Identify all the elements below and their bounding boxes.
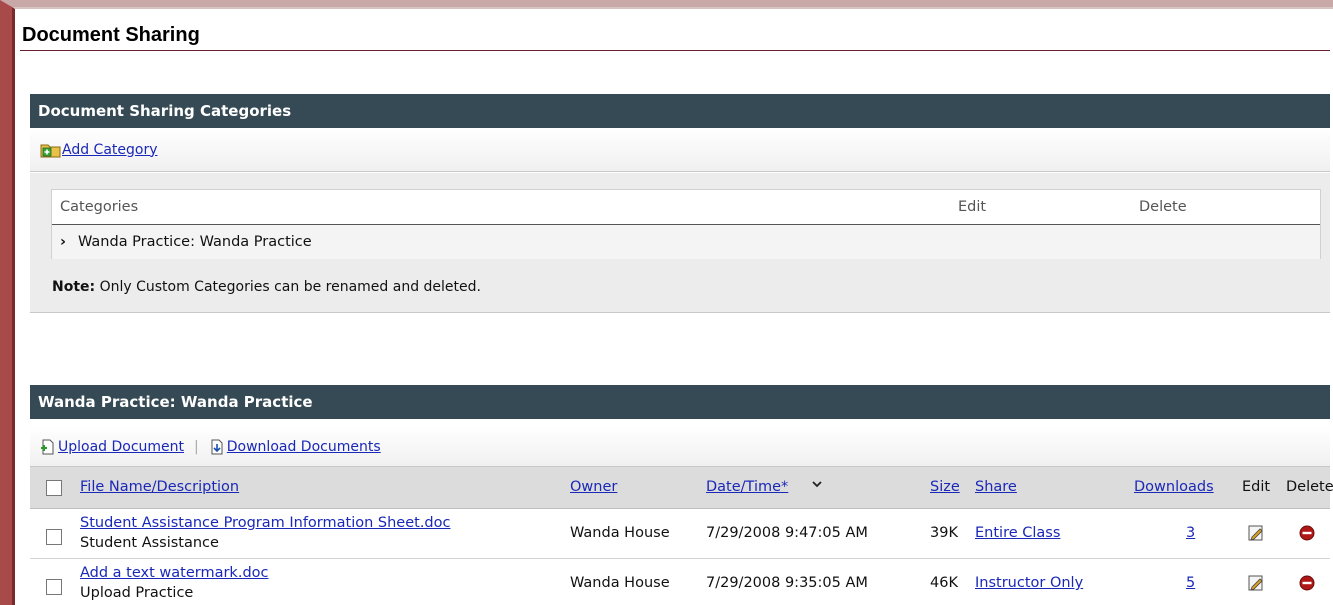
file-row: Student Assistance Program Information S…	[30, 509, 1330, 559]
file-downloads-link[interactable]: 3	[1186, 525, 1195, 541]
file-name-link[interactable]: Add a text watermark.doc	[80, 565, 269, 581]
note-text: Only Custom Categories can be renamed an…	[95, 279, 481, 295]
chevron-right-icon[interactable]: ›	[60, 225, 66, 259]
categories-table: Categories Edit Delete › Wanda Practice:…	[51, 189, 1321, 259]
file-description: Upload Practice	[80, 585, 194, 601]
categories-section-header: Document Sharing Categories	[30, 94, 1330, 128]
upload-icon	[40, 439, 56, 455]
download-icon	[209, 439, 225, 455]
file-datetime: 7/29/2008 9:35:05 AM	[706, 575, 868, 591]
window-frame: Document Sharing Document Sharing Catego…	[0, 0, 1333, 605]
sort-owner[interactable]: Owner	[570, 479, 617, 495]
file-row: Add a text watermark.doc Upload Practice…	[30, 559, 1330, 605]
toolbar-separator: |	[194, 438, 199, 455]
file-share-link[interactable]: Instructor Only	[975, 575, 1083, 591]
sort-date[interactable]: Date/Time*	[706, 479, 788, 495]
categories-panel: Categories Edit Delete › Wanda Practice:…	[30, 173, 1330, 313]
sort-file-name[interactable]: File Name/Description	[80, 479, 239, 495]
file-size: 39K	[930, 525, 958, 541]
upload-document-link[interactable]: Upload Document	[58, 439, 184, 455]
edit-icon[interactable]	[1247, 574, 1265, 596]
folder-toolbar: Upload Document | Download Documents	[30, 427, 1330, 467]
sort-size[interactable]: Size	[930, 479, 960, 495]
row-checkbox[interactable]	[46, 579, 62, 595]
column-header-edit: Edit	[1242, 479, 1271, 495]
sort-share[interactable]: Share	[975, 479, 1017, 495]
column-header-edit: Edit	[958, 199, 987, 215]
file-size: 46K	[930, 575, 958, 591]
categories-toolbar: Add Category	[30, 128, 1330, 172]
column-header-delete: Delete	[1139, 199, 1187, 215]
column-header-categories: Categories	[60, 199, 139, 215]
note-label: Note:	[52, 279, 96, 295]
page-title: Document Sharing	[20, 21, 1330, 51]
category-row[interactable]: › Wanda Practice: Wanda Practice	[52, 225, 1320, 259]
delete-icon[interactable]	[1298, 574, 1316, 596]
chevron-down-icon[interactable]	[811, 478, 823, 494]
category-name[interactable]: Wanda Practice: Wanda Practice	[78, 225, 312, 259]
add-category-link[interactable]: Add Category	[62, 142, 158, 158]
download-documents-link[interactable]: Download Documents	[227, 439, 381, 455]
folder-section-header: Wanda Practice: Wanda Practice	[30, 385, 1330, 419]
row-checkbox[interactable]	[46, 529, 62, 545]
edit-icon[interactable]	[1247, 524, 1265, 546]
file-datetime: 7/29/2008 9:47:05 AM	[706, 525, 868, 541]
categories-note: Note: Only Custom Categories can be rena…	[52, 279, 481, 295]
files-table-header: File Name/Description Owner Date/Time* S…	[30, 467, 1333, 509]
select-all-checkbox[interactable]	[46, 480, 62, 496]
file-description: Student Assistance	[80, 535, 219, 551]
column-header-delete: Delete	[1286, 479, 1333, 495]
delete-icon[interactable]	[1298, 524, 1316, 546]
file-downloads-link[interactable]: 5	[1186, 575, 1195, 591]
categories-table-header: Categories Edit Delete	[52, 190, 1320, 225]
sort-downloads[interactable]: Downloads	[1134, 479, 1214, 495]
file-name-link[interactable]: Student Assistance Program Information S…	[80, 515, 450, 531]
add-folder-icon	[40, 142, 61, 158]
file-owner: Wanda House	[570, 525, 670, 541]
file-share-link[interactable]: Entire Class	[975, 525, 1060, 541]
file-owner: Wanda House	[570, 575, 670, 591]
